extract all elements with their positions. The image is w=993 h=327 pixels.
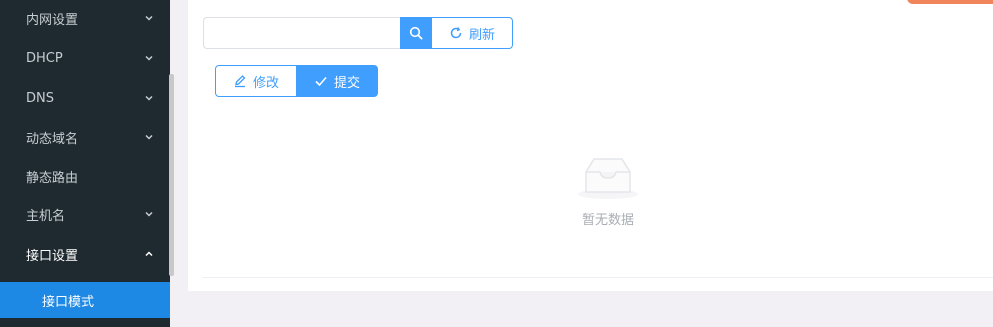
sidebar-item-label: 动态域名 — [26, 131, 79, 147]
sidebar-item-dhcp[interactable]: DHCP — [0, 39, 170, 77]
table-bottom-divider — [203, 277, 993, 278]
refresh-button[interactable]: 刷新 — [431, 17, 513, 49]
sidebar-item-label: DHCP — [26, 50, 63, 66]
sidebar: 内网设置 DHCP DNS 动态域名 静态路由 主机名 接口设置 接口模式 — [0, 0, 170, 327]
empty-box-icon — [578, 158, 638, 199]
chevron-down-icon — [145, 211, 153, 217]
chevron-down-icon — [145, 15, 153, 21]
empty-state-text: 暂无数据 — [581, 213, 634, 228]
submit-label: 提交 — [333, 75, 360, 91]
chevron-up-icon — [145, 251, 153, 257]
sidebar-item-dns[interactable]: DNS — [0, 79, 170, 117]
sidebar-item-label: 接口设置 — [26, 248, 79, 264]
submit-button[interactable]: 提交 — [296, 65, 378, 97]
edit-label: 修改 — [252, 75, 279, 91]
sidebar-item-static-route[interactable]: 静态路由 — [0, 157, 170, 195]
search-input[interactable] — [203, 17, 401, 49]
sidebar-item-interface-settings[interactable]: 接口设置 — [0, 235, 170, 273]
sidebar-item-label: DNS — [26, 90, 54, 106]
sidebar-item-hostname[interactable]: 主机名 — [0, 195, 170, 233]
sidebar-item-label: 静态路由 — [26, 170, 79, 186]
refresh-icon — [450, 27, 462, 39]
search-icon — [409, 26, 423, 40]
chevron-down-icon — [145, 134, 153, 140]
edit-button[interactable]: 修改 — [215, 65, 297, 97]
sidebar-item-label: 内网设置 — [26, 12, 79, 28]
sidebar-item-ddns[interactable]: 动态域名 — [0, 118, 170, 156]
sidebar-scrollbar[interactable] — [169, 74, 174, 276]
search-button[interactable] — [400, 17, 432, 49]
check-icon — [315, 76, 327, 87]
sidebar-subitem-interface-mode[interactable]: 接口模式 — [0, 282, 170, 318]
chevron-down-icon — [145, 55, 153, 61]
edit-icon — [234, 75, 246, 88]
orange-header-tab[interactable] — [907, 0, 993, 4]
sidebar-item-intranet[interactable]: 内网设置 — [0, 0, 170, 37]
refresh-label: 刷新 — [468, 27, 495, 43]
sidebar-subitem-label: 接口模式 — [42, 294, 95, 310]
chevron-down-icon — [145, 95, 153, 101]
sidebar-item-label: 主机名 — [26, 208, 66, 224]
